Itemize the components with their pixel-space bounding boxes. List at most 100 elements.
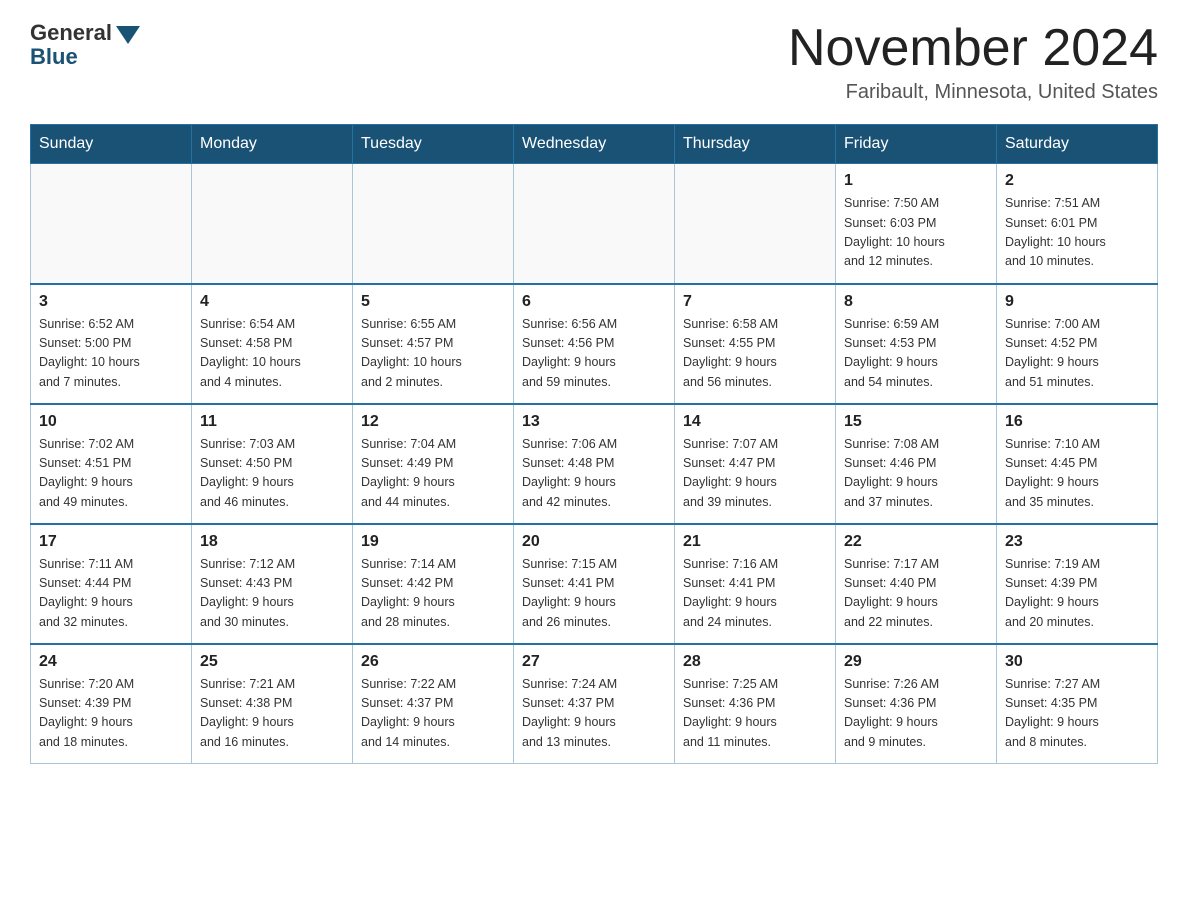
day-info: Sunrise: 7:11 AMSunset: 4:44 PMDaylight:… [39, 555, 183, 633]
day-info: Sunrise: 7:06 AMSunset: 4:48 PMDaylight:… [522, 435, 666, 513]
day-info: Sunrise: 7:08 AMSunset: 4:46 PMDaylight:… [844, 435, 988, 513]
calendar-cell: 5 Sunrise: 6:55 AMSunset: 4:57 PMDaylight… [353, 284, 514, 404]
day-number: 9 [1005, 293, 1149, 311]
day-info: Sunrise: 7:00 AMSunset: 4:52 PMDaylight:… [1005, 315, 1149, 393]
day-info: Sunrise: 6:54 AMSunset: 4:58 PMDaylight:… [200, 315, 344, 393]
calendar-cell: 15 Sunrise: 7:08 AMSunset: 4:46 PMDayligh… [836, 404, 997, 524]
title-area: November 2024 Faribault, Minnesota, Unit… [788, 20, 1158, 104]
day-info: Sunrise: 7:07 AMSunset: 4:47 PMDaylight:… [683, 435, 827, 513]
day-number: 6 [522, 293, 666, 311]
calendar-cell: 25 Sunrise: 7:21 AMSunset: 4:38 PMDayligh… [192, 644, 353, 764]
day-number: 29 [844, 653, 988, 671]
day-number: 28 [683, 653, 827, 671]
day-info: Sunrise: 6:59 AMSunset: 4:53 PMDaylight:… [844, 315, 988, 393]
month-title: November 2024 [788, 20, 1158, 77]
day-number: 10 [39, 413, 183, 431]
calendar-cell: 20 Sunrise: 7:15 AMSunset: 4:41 PMDayligh… [514, 524, 675, 644]
day-info: Sunrise: 7:14 AMSunset: 4:42 PMDaylight:… [361, 555, 505, 633]
day-header-monday: Monday [192, 125, 353, 164]
day-number: 14 [683, 413, 827, 431]
day-number: 13 [522, 413, 666, 431]
day-info: Sunrise: 7:03 AMSunset: 4:50 PMDaylight:… [200, 435, 344, 513]
day-number: 4 [200, 293, 344, 311]
location-text: Faribault, Minnesota, United States [788, 81, 1158, 104]
calendar-cell: 24 Sunrise: 7:20 AMSunset: 4:39 PMDayligh… [31, 644, 192, 764]
calendar-cell [31, 164, 192, 284]
day-info: Sunrise: 7:27 AMSunset: 4:35 PMDaylight:… [1005, 675, 1149, 753]
day-info: Sunrise: 6:55 AMSunset: 4:57 PMDaylight:… [361, 315, 505, 393]
day-info: Sunrise: 6:52 AMSunset: 5:00 PMDaylight:… [39, 315, 183, 393]
day-info: Sunrise: 6:58 AMSunset: 4:55 PMDaylight:… [683, 315, 827, 393]
day-header-friday: Friday [836, 125, 997, 164]
day-info: Sunrise: 7:51 AMSunset: 6:01 PMDaylight:… [1005, 194, 1149, 272]
calendar-cell [192, 164, 353, 284]
day-number: 23 [1005, 533, 1149, 551]
day-info: Sunrise: 7:15 AMSunset: 4:41 PMDaylight:… [522, 555, 666, 633]
day-number: 7 [683, 293, 827, 311]
day-number: 20 [522, 533, 666, 551]
day-info: Sunrise: 7:04 AMSunset: 4:49 PMDaylight:… [361, 435, 505, 513]
day-number: 27 [522, 653, 666, 671]
day-number: 17 [39, 533, 183, 551]
calendar-table: SundayMondayTuesdayWednesdayThursdayFrid… [30, 124, 1158, 764]
calendar-cell: 2 Sunrise: 7:51 AMSunset: 6:01 PMDaylight… [997, 164, 1158, 284]
logo-triangle-icon [116, 26, 140, 44]
calendar-cell: 26 Sunrise: 7:22 AMSunset: 4:37 PMDayligh… [353, 644, 514, 764]
day-info: Sunrise: 7:50 AMSunset: 6:03 PMDaylight:… [844, 194, 988, 272]
calendar-week-row: 1Sunrise: 7:50 AMSunset: 6:03 PMDaylight… [31, 164, 1158, 284]
day-number: 24 [39, 653, 183, 671]
calendar-cell: 1Sunrise: 7:50 AMSunset: 6:03 PMDaylight… [836, 164, 997, 284]
calendar-cell: 29 Sunrise: 7:26 AMSunset: 4:36 PMDayligh… [836, 644, 997, 764]
day-number: 5 [361, 293, 505, 311]
day-info: Sunrise: 7:17 AMSunset: 4:40 PMDaylight:… [844, 555, 988, 633]
calendar-cell: 23 Sunrise: 7:19 AMSunset: 4:39 PMDayligh… [997, 524, 1158, 644]
calendar-cell: 12Sunrise: 7:04 AMSunset: 4:49 PMDayligh… [353, 404, 514, 524]
calendar-cell [514, 164, 675, 284]
day-number: 30 [1005, 653, 1149, 671]
day-info: Sunrise: 6:56 AMSunset: 4:56 PMDaylight:… [522, 315, 666, 393]
calendar-week-row: 24 Sunrise: 7:20 AMSunset: 4:39 PMDayligh… [31, 644, 1158, 764]
day-number: 22 [844, 533, 988, 551]
day-header-tuesday: Tuesday [353, 125, 514, 164]
calendar-cell: 17 Sunrise: 7:11 AMSunset: 4:44 PMDayligh… [31, 524, 192, 644]
day-info: Sunrise: 7:21 AMSunset: 4:38 PMDaylight:… [200, 675, 344, 753]
day-info: Sunrise: 7:26 AMSunset: 4:36 PMDaylight:… [844, 675, 988, 753]
day-info: Sunrise: 7:24 AMSunset: 4:37 PMDaylight:… [522, 675, 666, 753]
day-header-wednesday: Wednesday [514, 125, 675, 164]
calendar-week-row: 17 Sunrise: 7:11 AMSunset: 4:44 PMDayligh… [31, 524, 1158, 644]
day-number: 16 [1005, 413, 1149, 431]
logo-general-text: General [30, 20, 112, 46]
calendar-cell: 7 Sunrise: 6:58 AMSunset: 4:55 PMDaylight… [675, 284, 836, 404]
calendar-cell: 9 Sunrise: 7:00 AMSunset: 4:52 PMDaylight… [997, 284, 1158, 404]
calendar-cell: 30 Sunrise: 7:27 AMSunset: 4:35 PMDayligh… [997, 644, 1158, 764]
day-info: Sunrise: 7:19 AMSunset: 4:39 PMDaylight:… [1005, 555, 1149, 633]
day-info: Sunrise: 7:02 AMSunset: 4:51 PMDaylight:… [39, 435, 183, 513]
calendar-week-row: 10 Sunrise: 7:02 AMSunset: 4:51 PMDayligh… [31, 404, 1158, 524]
day-info: Sunrise: 7:22 AMSunset: 4:37 PMDaylight:… [361, 675, 505, 753]
day-number: 3 [39, 293, 183, 311]
day-info: Sunrise: 7:25 AMSunset: 4:36 PMDaylight:… [683, 675, 827, 753]
day-number: 19 [361, 533, 505, 551]
calendar-cell: 8 Sunrise: 6:59 AMSunset: 4:53 PMDaylight… [836, 284, 997, 404]
day-number: 11 [200, 413, 344, 431]
calendar-week-row: 3 Sunrise: 6:52 AMSunset: 5:00 PMDaylight… [31, 284, 1158, 404]
day-number: 26 [361, 653, 505, 671]
logo-blue-text: Blue [30, 44, 78, 70]
calendar-cell: 11 Sunrise: 7:03 AMSunset: 4:50 PMDayligh… [192, 404, 353, 524]
page-header: General Blue November 2024 Faribault, Mi… [30, 20, 1158, 104]
day-number: 2 [1005, 172, 1149, 190]
day-number: 8 [844, 293, 988, 311]
calendar-cell: 28 Sunrise: 7:25 AMSunset: 4:36 PMDayligh… [675, 644, 836, 764]
day-info: Sunrise: 7:12 AMSunset: 4:43 PMDaylight:… [200, 555, 344, 633]
calendar-cell: 4 Sunrise: 6:54 AMSunset: 4:58 PMDaylight… [192, 284, 353, 404]
day-info: Sunrise: 7:20 AMSunset: 4:39 PMDaylight:… [39, 675, 183, 753]
calendar-cell: 10 Sunrise: 7:02 AMSunset: 4:51 PMDayligh… [31, 404, 192, 524]
day-header-sunday: Sunday [31, 125, 192, 164]
calendar-cell: 27 Sunrise: 7:24 AMSunset: 4:37 PMDayligh… [514, 644, 675, 764]
calendar-cell [353, 164, 514, 284]
calendar-cell: 13 Sunrise: 7:06 AMSunset: 4:48 PMDayligh… [514, 404, 675, 524]
day-number: 25 [200, 653, 344, 671]
calendar-cell [675, 164, 836, 284]
calendar-cell: 16Sunrise: 7:10 AMSunset: 4:45 PMDayligh… [997, 404, 1158, 524]
day-number: 15 [844, 413, 988, 431]
